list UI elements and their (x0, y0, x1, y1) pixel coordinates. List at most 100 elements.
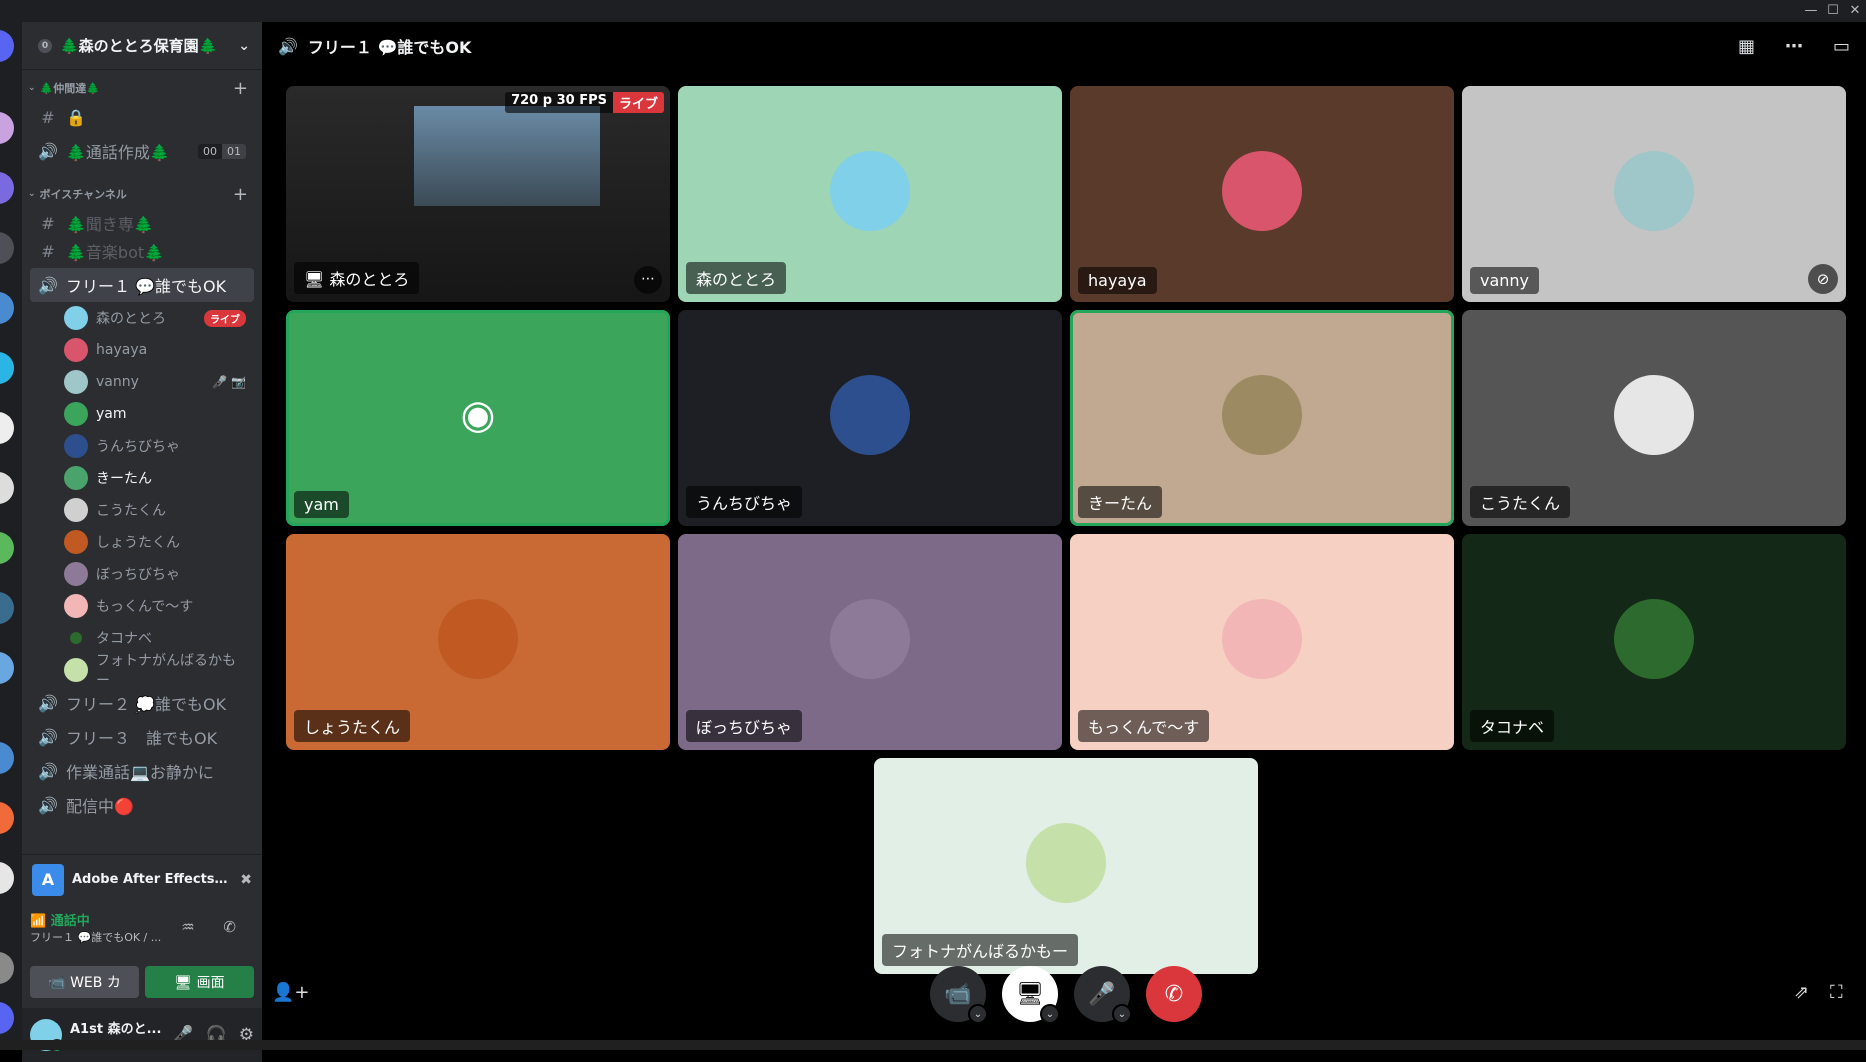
live-badge[interactable]: ライブ (204, 309, 246, 327)
voice-member[interactable]: vanny 🎤̸ 📷̸ (64, 366, 262, 398)
chevron-down-icon[interactable]: ⌄ (968, 1004, 988, 1024)
server-header[interactable]: 0 🌲森のととろ保育園🌲 ⌄ (22, 22, 262, 70)
voice-member[interactable]: もっくんで～す (64, 590, 262, 622)
participant-name: hayaya (1078, 267, 1157, 294)
voice-member[interactable]: こうたくん (64, 494, 262, 526)
voice-member[interactable]: yam (64, 398, 262, 430)
stop-stream-icon[interactable]: ✖ (240, 872, 252, 888)
more-icon[interactable]: ⋯ (1785, 36, 1803, 57)
voice-member[interactable]: 森のととろ ライブ (64, 302, 262, 334)
voice-member[interactable]: ぼっちびちゃ (64, 558, 262, 590)
close-button[interactable]: ✕ (1844, 2, 1866, 20)
screen-share-toggle-button[interactable]: 🖥 ⌄ (1002, 966, 1060, 1024)
channel-label: フリー１ 💬誰でもOK (66, 277, 227, 296)
participant-tile[interactable]: タコナベ (1462, 534, 1846, 750)
maximize-button[interactable]: ☐ (1822, 2, 1844, 20)
channel-free-2[interactable]: 🔊 フリー２ 💭誰でもOK (30, 686, 254, 720)
participant-tile[interactable]: フォトナがんばるかもー (874, 758, 1258, 974)
minimize-button[interactable]: — (1800, 2, 1822, 20)
count-current: 00 (198, 143, 222, 159)
server-icon[interactable] (0, 412, 14, 444)
voice-member[interactable]: フォトナがんばるかもー (64, 653, 262, 689)
voice-status-panel: 📶 通話中 フリー１ 💬誰でもOK / ... ♒ ✆ (22, 906, 262, 964)
voice-member[interactable]: うんちびちゃ (64, 430, 262, 462)
server-icon[interactable] (0, 1002, 14, 1034)
server-icon[interactable] (0, 802, 14, 834)
muted-icon: 🎤̸ 📷̸ (212, 375, 246, 389)
voice-actions-icons[interactable]: ♒ ✆ (181, 918, 248, 936)
category-label: ボイスチャンネル (39, 188, 127, 201)
popout-icon[interactable]: ⇗ (1794, 982, 1809, 1003)
server-icon[interactable] (0, 952, 14, 984)
camera-toggle-button[interactable]: 📹 ⌄ (930, 966, 988, 1024)
server-icon[interactable] (0, 532, 14, 564)
chevron-down-icon[interactable]: ⌄ (238, 38, 250, 54)
channel-free-1[interactable]: 🔊 フリー１ 💬誰でもOK (30, 268, 254, 302)
window-titlebar: — ☐ ✕ (0, 0, 1866, 22)
channel-label: 🔒 (66, 107, 86, 127)
channel-free-3[interactable]: 🔊 フリー３ 誰でもOK (30, 720, 254, 754)
server-icon[interactable] (0, 352, 14, 384)
server-icon[interactable] (0, 472, 14, 504)
server-icon[interactable] (0, 30, 14, 62)
channel-streaming[interactable]: 🔊 配信中🔴 (30, 788, 254, 822)
grid-layout-icon[interactable]: ▦ (1738, 36, 1755, 57)
server-icon[interactable] (0, 742, 14, 774)
chevron-down-icon[interactable]: ⌄ (1040, 1004, 1060, 1024)
server-icon[interactable] (0, 652, 14, 684)
server-icon[interactable] (0, 292, 14, 324)
server-icon[interactable] (0, 172, 14, 204)
member-name: フォトナがんばるかもー (96, 653, 236, 689)
caret-icon: ⌄ (28, 83, 36, 93)
user-name[interactable]: A1st 森のと... (70, 1018, 161, 1037)
avatar (64, 530, 88, 554)
category-header[interactable]: ⌄ ボイスチャンネル + (22, 182, 262, 206)
participant-name: フォトナがんばるかもー (882, 934, 1079, 966)
stream-tile[interactable]: 720 p 30 FPS ライブ ⋯ 🖥 森のととろ (286, 86, 670, 302)
category-header[interactable]: ⌄ 🌲仲間達🌲 + (22, 76, 262, 100)
voice-member[interactable]: きーたん (64, 462, 262, 494)
speaker-icon: 🔊 (38, 761, 58, 781)
channel-call-create[interactable]: 🔊 🌲通話作成🌲 00 01 (30, 134, 254, 168)
participant-tile[interactable]: ◉ yam (286, 310, 670, 526)
popout-icon[interactable]: ▭ (1833, 36, 1850, 57)
participant-tile[interactable]: うんちびちゃ (678, 310, 1062, 526)
participant-tile[interactable]: hayaya (1070, 86, 1454, 302)
server-icon[interactable] (0, 592, 14, 624)
server-icon[interactable] (0, 232, 14, 264)
participant-tile[interactable]: ぼっちびちゃ (678, 534, 1062, 750)
participant-name: こうたくん (1470, 486, 1571, 518)
member-name: しょうたくん (96, 535, 180, 551)
mic-icon: 🎤 (1088, 981, 1116, 1007)
channel-music-bot[interactable]: # 🌲音楽bot🌲 (30, 234, 254, 268)
avatar (64, 562, 88, 586)
invite-icon[interactable]: 👤+ (272, 982, 310, 1003)
voice-member[interactable]: しょうたくん (64, 526, 262, 558)
server-icon[interactable] (0, 862, 14, 894)
chevron-down-icon[interactable]: ⌄ (1112, 1004, 1132, 1024)
add-channel-icon[interactable]: + (233, 184, 248, 205)
leave-call-button[interactable]: ✆ (1146, 966, 1202, 1022)
app-icon: A (32, 863, 64, 896)
participant-tile[interactable]: もっくんで～す (1070, 534, 1454, 750)
more-icon[interactable]: ⋯ (634, 266, 662, 294)
avatar (830, 599, 910, 679)
screen-share-button[interactable]: 🖥 画面 (145, 966, 254, 998)
mic-toggle-button[interactable]: 🎤 ⌄ (1074, 966, 1132, 1024)
avatar (1614, 599, 1694, 679)
participant-tile[interactable]: しょうたくん (286, 534, 670, 750)
participant-tile[interactable]: こうたくん (1462, 310, 1846, 526)
participant-tile[interactable]: きーたん (1070, 310, 1454, 526)
channel-locked[interactable]: # 🔒 (30, 100, 254, 134)
voice-member[interactable]: hayaya (64, 334, 262, 366)
speaker-icon: 🔊 (38, 795, 58, 815)
participant-tile[interactable]: ⊘ vanny (1462, 86, 1846, 302)
fullscreen-icon[interactable]: ⛶ (1830, 982, 1843, 1003)
participant-tile[interactable]: 森のととろ (678, 86, 1062, 302)
server-icon[interactable] (0, 112, 14, 144)
activity-panel: A Adobe After Effects 20... ✖ (22, 854, 262, 904)
camera-button[interactable]: 📹 WEB カ (30, 966, 139, 998)
caret-icon: ⌄ (28, 189, 36, 199)
channel-work[interactable]: 🔊 作業通話💻お静かに (30, 754, 254, 788)
add-channel-icon[interactable]: + (233, 78, 248, 99)
